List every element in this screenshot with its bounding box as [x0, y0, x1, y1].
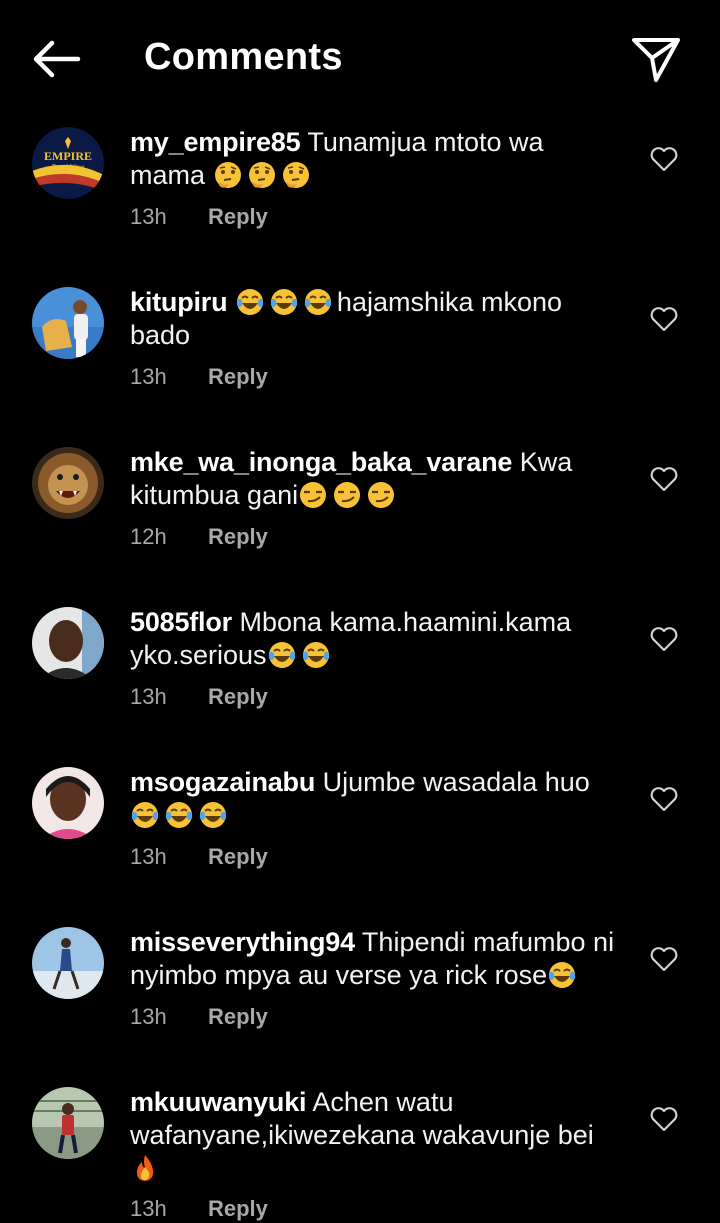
tears-of-joy-icon — [164, 800, 194, 830]
heart-icon — [650, 1107, 678, 1132]
like-button[interactable] — [648, 944, 680, 974]
comment-meta: 13h Reply — [130, 844, 268, 870]
comment-timestamp: 13h — [130, 684, 167, 709]
like-button[interactable] — [648, 624, 680, 654]
heart-icon — [650, 147, 678, 172]
comment-item: mkuuwanyuki Achen watu wafanyane,ikiweze… — [0, 1080, 720, 1223]
tears-of-joy-icon — [303, 287, 333, 317]
page-title: Comments — [144, 36, 343, 78]
comment-text: misseverything94 Thipendi mafumbo ni nyi… — [130, 926, 620, 992]
comment-timestamp: 13h — [130, 1004, 167, 1029]
fire-icon — [130, 1153, 160, 1183]
reply-button[interactable]: Reply — [208, 364, 268, 389]
avatar[interactable] — [32, 607, 104, 679]
svg-text:EMPIRE: EMPIRE — [44, 149, 92, 163]
comment-username[interactable]: 5085flor — [130, 607, 232, 637]
tears-of-joy-icon — [301, 640, 331, 670]
reply-button[interactable]: Reply — [208, 684, 268, 709]
comment-username[interactable]: mkuuwanyuki — [130, 1087, 307, 1117]
thinking-face-icon — [213, 160, 243, 190]
tears-of-joy-icon — [547, 960, 577, 990]
heart-icon — [650, 307, 678, 332]
comment-timestamp: 13h — [130, 1196, 167, 1221]
comment-text: kitupiru hajamshika mkono bado — [130, 286, 620, 352]
comment-item: EMPIRE Royal Wave my_empire85 Tunamjua m… — [0, 120, 720, 280]
comment-meta: 12h Reply — [130, 524, 268, 550]
comment-item: misseverything94 Thipendi mafumbo ni nyi… — [0, 920, 720, 1080]
comment-item: msogazainabu Ujumbe wasadala huo 13h Repl… — [0, 760, 720, 920]
comment-username[interactable]: misseverything94 — [130, 927, 355, 957]
smirking-face-icon — [366, 480, 396, 510]
tears-of-joy-icon — [235, 287, 265, 317]
comment-username[interactable]: my_empire85 — [130, 127, 301, 157]
comment-meta: 13h Reply — [130, 684, 268, 710]
tears-of-joy-icon — [269, 287, 299, 317]
smirking-face-icon — [332, 480, 362, 510]
thinking-face-icon — [281, 160, 311, 190]
comment-body: Ujumbe wasadala huo — [315, 767, 590, 797]
top-bar: Comments — [0, 0, 720, 116]
tears-of-joy-icon — [267, 640, 297, 670]
reply-button[interactable]: Reply — [208, 1196, 268, 1221]
avatar[interactable]: EMPIRE Royal Wave — [32, 127, 104, 199]
svg-text:Royal Wave: Royal Wave — [51, 163, 85, 171]
share-button[interactable] — [630, 34, 682, 84]
paper-plane-icon — [632, 38, 680, 82]
comment-meta: 13h Reply — [130, 364, 268, 390]
comment-username[interactable]: msogazainabu — [130, 767, 315, 797]
comment-timestamp: 13h — [130, 364, 167, 389]
comment-item: mke_wa_inonga_baka_varane Kwa kitumbua g… — [0, 440, 720, 600]
reply-button[interactable]: Reply — [208, 844, 268, 869]
comment-text: mke_wa_inonga_baka_varane Kwa kitumbua g… — [130, 446, 620, 512]
reply-button[interactable]: Reply — [208, 1004, 268, 1029]
comment-meta: 13h Reply — [130, 1004, 268, 1030]
comment-text: msogazainabu Ujumbe wasadala huo — [130, 766, 620, 832]
heart-icon — [650, 947, 678, 972]
smirking-face-icon — [298, 480, 328, 510]
reply-button[interactable]: Reply — [208, 204, 268, 229]
comment-timestamp: 12h — [130, 524, 167, 549]
reply-button[interactable]: Reply — [208, 524, 268, 549]
like-button[interactable] — [648, 144, 680, 174]
like-button[interactable] — [648, 304, 680, 334]
comment-meta: 13h Reply — [130, 204, 268, 230]
comment-meta: 13h Reply — [130, 1196, 268, 1222]
like-button[interactable] — [648, 1104, 680, 1134]
thinking-face-icon — [247, 160, 277, 190]
comment-username[interactable]: mke_wa_inonga_baka_varane — [130, 447, 512, 477]
heart-icon — [650, 627, 678, 652]
comment-item: kitupiru hajamshika mkono bado 13h Reply — [0, 280, 720, 440]
tears-of-joy-icon — [130, 800, 160, 830]
avatar[interactable] — [32, 767, 104, 839]
back-button[interactable] — [28, 34, 84, 84]
comment-timestamp: 13h — [130, 204, 167, 229]
avatar[interactable] — [32, 447, 104, 519]
comment-text: my_empire85 Tunamjua mtoto wa mama — [130, 126, 620, 192]
comment-text: mkuuwanyuki Achen watu wafanyane,ikiweze… — [130, 1086, 620, 1185]
heart-icon — [650, 787, 678, 812]
comment-item: 5085flor Mbona kama.haamini.kama yko.ser… — [0, 600, 720, 760]
comment-username[interactable]: kitupiru — [130, 287, 228, 317]
like-button[interactable] — [648, 464, 680, 494]
avatar[interactable] — [32, 1087, 104, 1159]
avatar[interactable] — [32, 927, 104, 999]
comment-timestamp: 13h — [130, 844, 167, 869]
tears-of-joy-icon — [198, 800, 228, 830]
heart-icon — [650, 467, 678, 492]
like-button[interactable] — [648, 784, 680, 814]
arrow-left-icon — [33, 40, 81, 78]
avatar[interactable] — [32, 287, 104, 359]
comment-text: 5085flor Mbona kama.haamini.kama yko.ser… — [130, 606, 620, 672]
